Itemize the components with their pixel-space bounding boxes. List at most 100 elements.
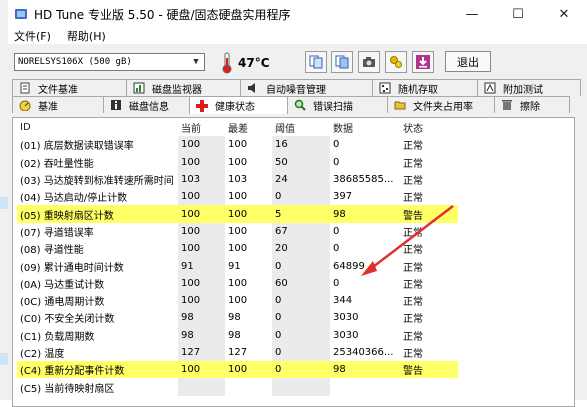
background-selection (0, 353, 8, 365)
cell-threshold: 0 (272, 361, 330, 379)
tab-file-benchmark[interactable]: 文件基准 (12, 79, 127, 96)
cell-worst: 100 (228, 243, 248, 255)
table-row[interactable]: (07) 寻道错误率 100 100 67 0 正常 (17, 222, 458, 241)
table-row[interactable]: (01) 底层数据读取错误率 100 100 16 0 正常 (17, 136, 458, 154)
hdtune-app-icon (15, 9, 27, 19)
cell-current: 100 (178, 222, 225, 241)
cell-status: 正常 (403, 176, 423, 188)
tab-extra-tests[interactable]: 附加测试 (477, 79, 581, 96)
cell-id: (07) 寻道错误率 (20, 227, 94, 239)
cell-data: 0 (333, 277, 340, 289)
tab-label: 附加测试 (503, 84, 543, 96)
tab-noise-management[interactable]: 自动噪音管理 (240, 79, 373, 96)
cell-current: 103 (178, 170, 225, 189)
column-header-id[interactable]: ID (17, 119, 178, 136)
tab-error-scan[interactable]: 错误扫描 (287, 96, 388, 113)
table-row[interactable]: (03) 马达旋转到标准转速所需时间 103 103 24 38685585... 正常 (17, 170, 458, 189)
column-header-data[interactable]: 数据 (330, 119, 400, 136)
tab-label: 磁盘信息 (129, 101, 169, 113)
drive-select-value: NORELSYS106X (500 gB) (18, 57, 132, 67)
disk-monitor-icon (133, 82, 145, 94)
table-row[interactable]: (C5) 当前待映射扇区 (17, 378, 458, 396)
trash-icon (502, 100, 512, 110)
table-row[interactable]: (09) 累计通电时间计数 91 91 0 64899 正常 (17, 257, 458, 275)
cell-status: 正常 (403, 193, 423, 205)
tab-folder-usage[interactable]: 文件夹占用率 (387, 96, 495, 113)
menu-file[interactable]: 文件(F) (8, 28, 55, 44)
cell-worst: 100 (228, 295, 248, 307)
magnifier-icon (294, 99, 306, 111)
cell-worst: 103 (228, 174, 248, 186)
cell-current: 100 (178, 274, 225, 292)
table-row[interactable]: (05) 重映射扇区计数 100 100 5 98 警告 (17, 205, 458, 223)
table-row[interactable]: (C0) 不安全关闭计数 98 98 0 3030 正常 (17, 309, 458, 327)
tab-health[interactable]: 健康状态 (189, 96, 288, 114)
cell-current: 100 (178, 291, 225, 310)
file-benchmark-icon (20, 82, 30, 94)
cell-threshold (272, 378, 330, 396)
tab-label: 随机存取 (398, 84, 438, 96)
copy-screenshot-button[interactable] (331, 51, 353, 73)
screenshot-button[interactable] (358, 51, 380, 73)
tab-label: 磁盘监视器 (152, 84, 202, 96)
column-header-threshold[interactable]: 阈值 (272, 119, 330, 136)
cell-id: (04) 马达启动/停止计数 (20, 193, 128, 205)
tab-benchmark[interactable]: 基准 (12, 96, 104, 113)
copy-text-button[interactable] (305, 51, 327, 73)
cell-current (178, 378, 225, 396)
cell-status: 正常 (403, 158, 423, 170)
table-row[interactable]: (02) 吞吐量性能 100 100 50 0 正常 (17, 153, 458, 171)
cell-worst: 100 (228, 277, 248, 289)
tab-row-top: 文件基准 磁盘监视器 自动噪音管理 随机存取 附加测试 (12, 79, 581, 96)
table-row[interactable]: (04) 马达启动/停止计数 100 100 0 397 正常 (17, 188, 458, 206)
tab-random-access[interactable]: 随机存取 (372, 79, 478, 96)
table-row[interactable]: (0C) 通电周期计数 100 100 0 344 正常 (17, 291, 458, 310)
tab-erase[interactable]: 擦除 (494, 96, 570, 113)
menu-help[interactable]: 帮助(H) (61, 28, 110, 44)
cell-status: 正常 (403, 262, 423, 274)
column-header-current[interactable]: 当前 (178, 119, 225, 136)
cell-worst: 100 (228, 156, 248, 168)
cell-threshold: 24 (272, 170, 330, 189)
cell-status: 正常 (403, 245, 423, 257)
cell-threshold: 60 (272, 274, 330, 292)
benchmark-icon (19, 100, 31, 111)
cell-id: (03) 马达旋转到标准转速所需时间 (20, 176, 174, 188)
cell-data: 38685585... (333, 174, 394, 186)
cell-data: 397 (333, 191, 353, 203)
tab-disk-info[interactable]: 磁盘信息 (103, 96, 190, 113)
tab-label: 文件基准 (38, 84, 78, 96)
close-button[interactable]: ✕ (541, 0, 587, 28)
exit-button[interactable]: 退出 (445, 51, 491, 72)
maximize-button[interactable]: ☐ (495, 0, 541, 28)
title-bar[interactable]: HD Tune 专业版 5.50 - 硬盘/固态硬盘实用程序 — ☐ ✕ (8, 0, 587, 28)
cell-threshold: 0 (272, 326, 330, 344)
cell-status: 警告 (400, 361, 458, 379)
copy-text-icon (309, 55, 323, 69)
minimize-button[interactable]: — (449, 0, 495, 28)
cell-current: 100 (178, 136, 225, 154)
drive-select[interactable]: NORELSYS106X (500 gB) ▼ (14, 53, 205, 71)
chevron-down-icon: ▼ (193, 57, 199, 67)
table-row[interactable]: (08) 寻道性能 100 100 20 0 正常 (17, 240, 458, 258)
cell-data: 0 (333, 156, 340, 168)
column-header-worst[interactable]: 最差 (225, 119, 272, 136)
options-button[interactable] (385, 51, 407, 73)
cell-id: (0A) 马达重试计数 (20, 279, 105, 291)
cell-data: 3030 (333, 329, 359, 341)
tab-label: 自动噪音管理 (266, 84, 326, 96)
cell-data: 64899 (333, 260, 365, 272)
tab-disk-monitor[interactable]: 磁盘监视器 (126, 79, 241, 96)
cell-status: 正常 (403, 297, 423, 309)
cell-threshold: 0 (272, 309, 330, 327)
table-row[interactable]: (C1) 负载周期数 98 98 0 3030 正常 (17, 326, 458, 344)
save-button[interactable] (412, 51, 434, 73)
column-header-status[interactable]: 状态 (400, 119, 458, 136)
table-row[interactable]: (C2) 温度 127 127 0 25340366... 正常 (17, 343, 458, 362)
extra-tests-icon (484, 82, 496, 94)
cell-current: 127 (178, 343, 225, 362)
table-row[interactable]: (C4) 重新分配事件计数 100 100 0 98 警告 (17, 361, 458, 379)
cell-threshold: 16 (272, 136, 330, 154)
cell-data (330, 378, 400, 395)
table-row[interactable]: (0A) 马达重试计数 100 100 60 0 正常 (17, 274, 458, 292)
